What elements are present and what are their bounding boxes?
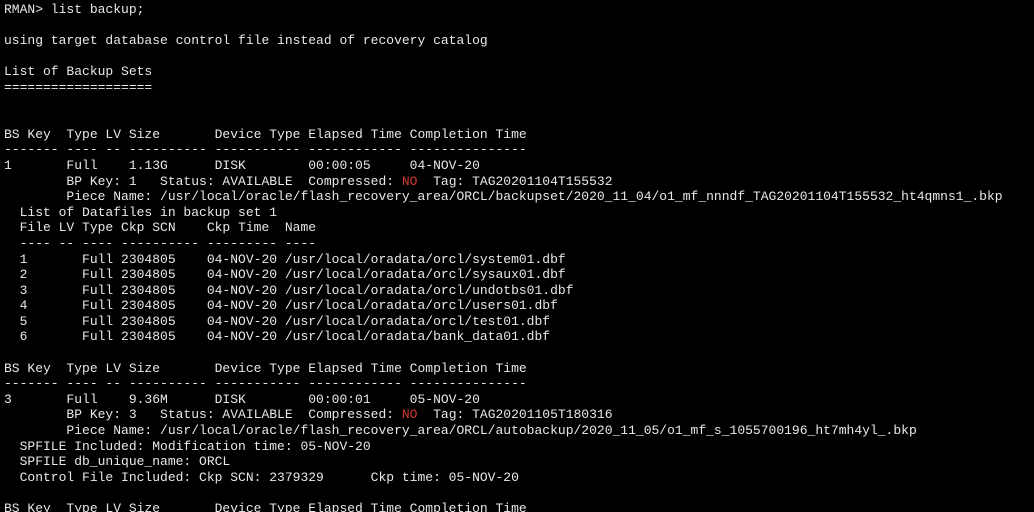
compressed-no: NO: [402, 407, 418, 422]
piece-name-line: Piece Name: /usr/local/oracle/flash_reco…: [4, 423, 917, 438]
backupset-row: 1 Full 1.13G DISK 00:00:05 04-NOV-20: [4, 158, 480, 173]
datafile-row: 2 Full 2304805 04-NOV-20 /usr/local/orad…: [4, 267, 566, 282]
datafiles-col-sep: ---- -- ---- ---------- --------- ----: [4, 236, 316, 251]
rman-prompt-line: RMAN> list backup;: [4, 2, 144, 17]
controlfile-line: Control File Included: Ckp SCN: 2379329 …: [4, 470, 519, 485]
list-header: List of Backup Sets: [4, 64, 152, 79]
compressed-no: NO: [402, 174, 418, 189]
backupset-header: BS Key Type LV Size Device Type Elapsed …: [4, 127, 527, 142]
bp-key-line: BP Key: 1 Status: AVAILABLE Compressed: …: [4, 174, 613, 189]
backupset-header: BS Key Type LV Size Device Type Elapsed …: [4, 361, 527, 376]
datafile-row: 1 Full 2304805 04-NOV-20 /usr/local/orad…: [4, 252, 566, 267]
using-target-msg: using target database control file inste…: [4, 33, 488, 48]
datafile-row: 6 Full 2304805 04-NOV-20 /usr/local/orad…: [4, 329, 550, 344]
datafile-row: 3 Full 2304805 04-NOV-20 /usr/local/orad…: [4, 283, 574, 298]
rman-terminal-output: RMAN> list backup; using target database…: [0, 0, 1034, 512]
piece-name-line: Piece Name: /usr/local/oracle/flash_reco…: [4, 189, 1003, 204]
datafile-row: 4 Full 2304805 04-NOV-20 /usr/local/orad…: [4, 298, 558, 313]
datafiles-col-header: File LV Type Ckp SCN Ckp Time Name: [4, 220, 316, 235]
list-underline: ===================: [4, 80, 152, 95]
backupset-header: BS Key Type LV Size Device Type Elapsed …: [4, 501, 527, 512]
bp-key-line: BP Key: 3 Status: AVAILABLE Compressed: …: [4, 407, 613, 422]
spfile-line: SPFILE Included: Modification time: 05-N…: [4, 439, 371, 454]
datafiles-list-header: List of Datafiles in backup set 1: [4, 205, 277, 220]
backupset-row: 3 Full 9.36M DISK 00:00:01 05-NOV-20: [4, 392, 480, 407]
datafile-row: 5 Full 2304805 04-NOV-20 /usr/local/orad…: [4, 314, 550, 329]
spfile-line: SPFILE db_unique_name: ORCL: [4, 454, 230, 469]
backupset-header-sep: ------- ---- -- ---------- ----------- -…: [4, 376, 527, 391]
backupset-header-sep: ------- ---- -- ---------- ----------- -…: [4, 142, 527, 157]
